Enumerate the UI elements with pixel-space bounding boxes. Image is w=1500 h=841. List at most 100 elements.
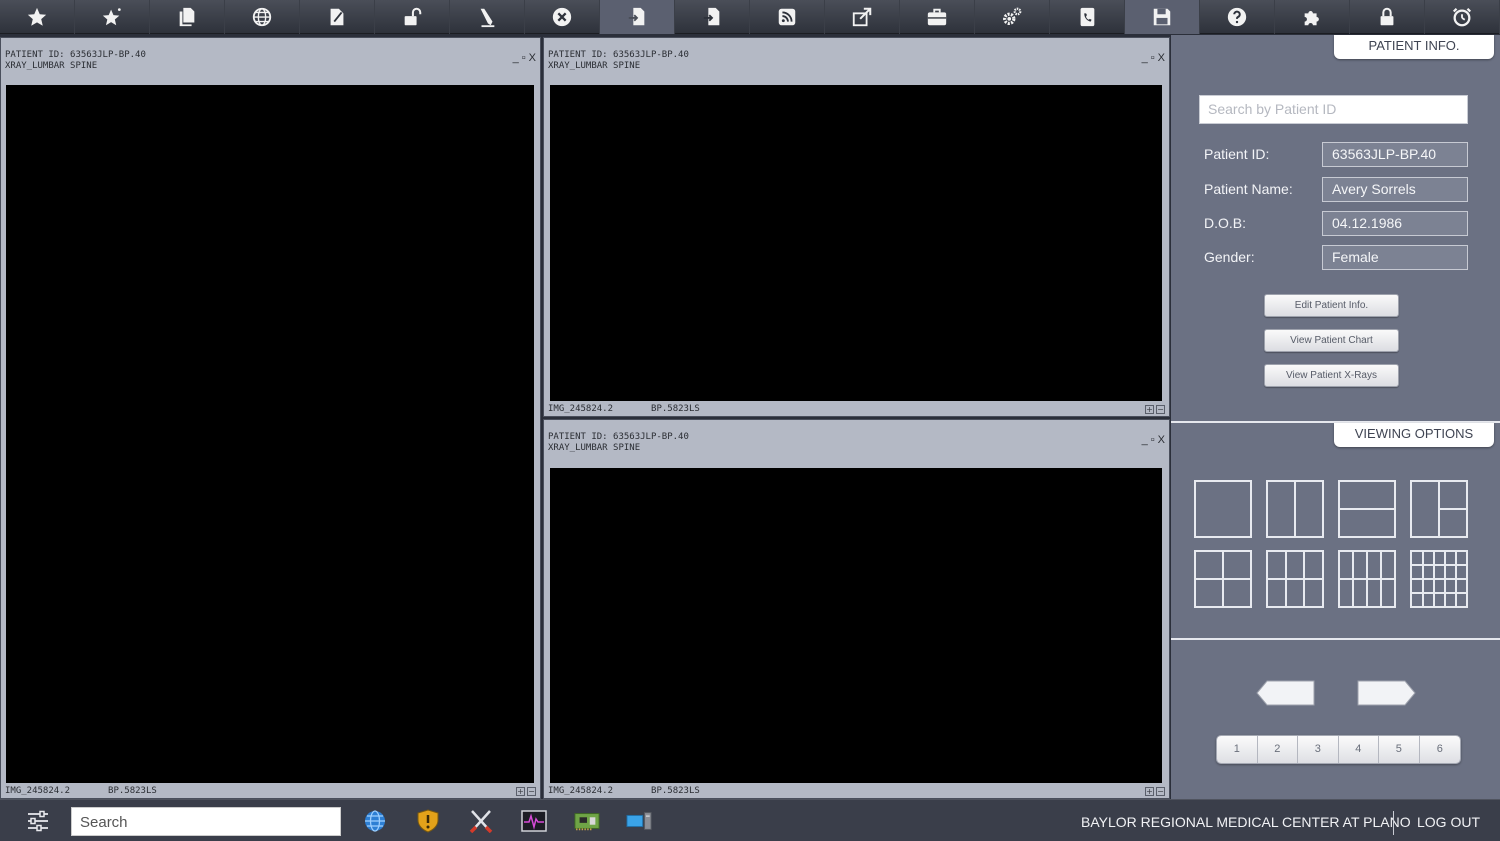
plugins-button[interactable] <box>1275 0 1350 34</box>
pencil-icon <box>480 8 495 28</box>
view-patient-xrays-button[interactable]: View Patient X-Rays <box>1264 364 1399 387</box>
sliders-icon[interactable] <box>26 810 50 832</box>
view-patient-chart-button[interactable]: View Patient Chart <box>1264 329 1399 352</box>
globe-icon[interactable] <box>362 809 388 833</box>
maximize-button[interactable]: ▫ <box>522 52 526 64</box>
import-button[interactable] <box>600 0 675 34</box>
layout-2-columns-button[interactable] <box>1266 480 1324 538</box>
heart-monitor-icon[interactable] <box>521 809 547 833</box>
timer-button[interactable] <box>1425 0 1500 34</box>
zoom-controls: + − <box>1145 405 1165 414</box>
patient-name-field[interactable]: Avery Sorrels <box>1322 177 1468 202</box>
image-viewport[interactable] <box>550 85 1162 401</box>
patient-info-title: PATIENT INFO. <box>1334 35 1494 59</box>
patient-id-line: PATIENT ID: 63563JLP-BP.40 <box>548 432 689 442</box>
export-button[interactable] <box>675 0 750 34</box>
circuit-board-icon[interactable] <box>574 809 600 833</box>
sign-document-button[interactable] <box>300 0 375 34</box>
featured-button[interactable] <box>75 0 150 34</box>
zoom-out-button[interactable]: − <box>1156 787 1165 796</box>
save-button[interactable] <box>1125 0 1200 34</box>
patient-id-field[interactable]: 63563JLP-BP.40 <box>1322 142 1468 167</box>
settings-button[interactable] <box>975 0 1050 34</box>
layout-5x4-button[interactable] <box>1410 550 1468 608</box>
page-1-button[interactable]: 1 <box>1217 736 1258 763</box>
image-viewport[interactable] <box>550 468 1162 783</box>
patient-id-line: PATIENT ID: 63563JLP-BP.40 <box>548 50 689 60</box>
documents-button[interactable] <box>150 0 225 34</box>
unlock-icon <box>404 7 422 26</box>
patient-search-input[interactable]: Search by Patient ID <box>1199 95 1468 124</box>
close-study-button[interactable] <box>525 0 600 34</box>
body-part-label: BP.5823LS <box>651 404 700 414</box>
unlock-button[interactable] <box>375 0 450 34</box>
layout-1-plus-2-button[interactable] <box>1410 480 1468 538</box>
page-3-button[interactable]: 3 <box>1298 736 1339 763</box>
layout-1x1-button[interactable] <box>1194 480 1252 538</box>
annotate-button[interactable] <box>450 0 525 34</box>
page-5-button[interactable]: 5 <box>1379 736 1420 763</box>
viewer-footer: IMG_245824.2 BP.5823LS <box>548 404 700 414</box>
zoom-out-button[interactable]: − <box>1156 405 1165 414</box>
window-controls: _ ▫ X <box>1142 52 1165 64</box>
edit-document-icon <box>330 8 344 26</box>
previous-page-button[interactable] <box>1256 680 1316 706</box>
gender-row: Gender: Female <box>1204 245 1469 270</box>
zoom-in-button[interactable]: + <box>516 787 525 796</box>
minimize-button[interactable]: _ <box>1142 434 1148 446</box>
page-6-button[interactable]: 6 <box>1419 736 1460 763</box>
layout-4x2-button[interactable] <box>1338 550 1396 608</box>
documents-icon <box>179 7 195 27</box>
feed-button[interactable] <box>750 0 825 34</box>
import-document-icon <box>628 7 645 26</box>
help-button[interactable] <box>1200 0 1275 34</box>
taskbar-search-input[interactable]: Search <box>71 807 341 836</box>
close-button[interactable]: X <box>1158 52 1165 64</box>
edit-patient-info-button[interactable]: Edit Patient Info. <box>1264 294 1399 317</box>
layout-2x2-button[interactable] <box>1194 550 1252 608</box>
zoom-out-button[interactable]: − <box>527 787 536 796</box>
page-4-button[interactable]: 4 <box>1338 736 1379 763</box>
zoom-in-button[interactable]: + <box>1145 787 1154 796</box>
zoom-controls: + − <box>516 787 536 796</box>
minimize-button[interactable]: _ <box>1142 52 1148 64</box>
viewer-pane-bottom-right: PATIENT ID: 63563JLP-BP.40 XRAY_LUMBAR S… <box>543 419 1170 799</box>
dob-field[interactable]: 04.12.1986 <box>1322 211 1468 236</box>
contacts-button[interactable] <box>1050 0 1125 34</box>
window-controls: _ ▫ X <box>513 52 536 64</box>
study-line: XRAY_LUMBAR SPINE <box>5 61 98 71</box>
zoom-in-button[interactable]: + <box>1145 405 1154 414</box>
layout-2-rows-button[interactable] <box>1338 480 1396 538</box>
shield-icon[interactable] <box>415 809 441 833</box>
minimize-button[interactable]: _ <box>513 52 519 64</box>
gears-icon <box>1003 7 1022 26</box>
image-viewport[interactable] <box>6 85 534 783</box>
computer-icon[interactable] <box>626 809 652 833</box>
page-2-button[interactable]: 2 <box>1257 736 1298 763</box>
patient-id-line: PATIENT ID: 63563JLP-BP.40 <box>5 50 146 60</box>
cases-button[interactable] <box>900 0 975 34</box>
globe-icon <box>252 7 272 27</box>
next-page-button[interactable] <box>1356 680 1416 706</box>
patient-name-label: Patient Name: <box>1204 181 1293 197</box>
main-toolbar <box>0 0 1500 34</box>
puzzle-icon <box>1304 11 1319 26</box>
lock-button[interactable] <box>1350 0 1425 34</box>
favorite-button[interactable] <box>0 0 75 34</box>
dob-label: D.O.B: <box>1204 215 1247 231</box>
maximize-button[interactable]: ▫ <box>1151 52 1155 64</box>
viewer-header: PATIENT ID: 63563JLP-BP.40 XRAY_LUMBAR S… <box>548 50 689 72</box>
logout-button[interactable]: LOG OUT <box>1417 814 1480 830</box>
window-controls: _ ▫ X <box>1142 434 1165 446</box>
close-button[interactable]: X <box>529 52 536 64</box>
share-button[interactable] <box>825 0 900 34</box>
layout-3x2-button[interactable] <box>1266 550 1324 608</box>
tools-icon[interactable] <box>468 809 494 833</box>
save-icon <box>1153 8 1171 26</box>
taskbar: Search BAYLOR REGIONAL MEDICAL CENTER AT… <box>0 799 1500 841</box>
star-icon <box>27 7 47 26</box>
maximize-button[interactable]: ▫ <box>1151 434 1155 446</box>
close-button[interactable]: X <box>1158 434 1165 446</box>
gender-field[interactable]: Female <box>1322 245 1468 270</box>
web-button[interactable] <box>225 0 300 34</box>
